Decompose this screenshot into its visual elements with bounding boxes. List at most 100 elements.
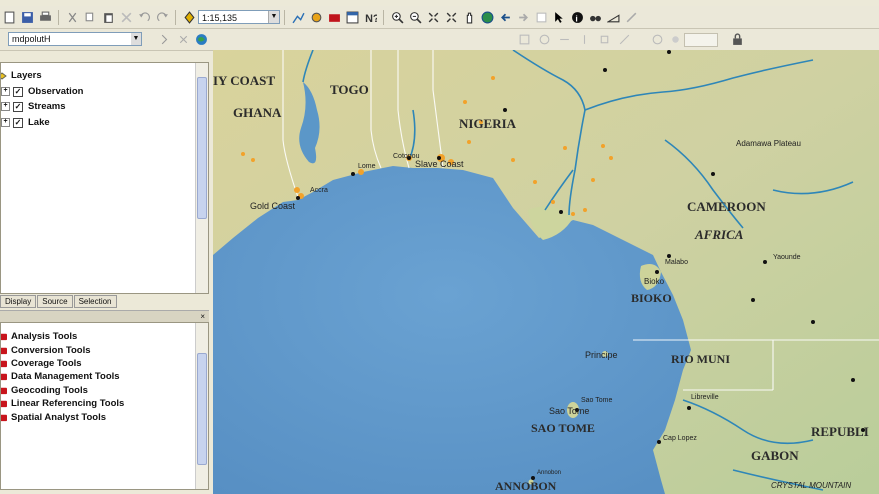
back-extent-icon[interactable] [498, 10, 512, 24]
label-bioko: BIOKO [631, 291, 672, 305]
copy-icon[interactable] [83, 10, 97, 24]
redo-icon[interactable] [155, 10, 169, 24]
sketch-icon[interactable] [309, 10, 323, 24]
copy-layer-icon[interactable] [159, 32, 173, 46]
arctoolbox-icon[interactable] [327, 10, 341, 24]
toolbox-item[interactable]: Data Management Tools [1, 370, 120, 383]
measure-icon[interactable] [606, 10, 620, 24]
new-doc-icon[interactable] [2, 10, 16, 24]
toolbox-scrollbar[interactable] [195, 323, 208, 489]
identify-icon[interactable]: i [570, 10, 584, 24]
label-annobon-town: Annobon [537, 470, 561, 476]
print-icon[interactable] [38, 10, 52, 24]
pan-icon[interactable] [462, 10, 476, 24]
label-sao-tome-island: Sao Tome [549, 406, 589, 416]
select-features-icon[interactable] [534, 10, 548, 24]
label-gold-coast: Gold Coast [250, 201, 296, 211]
svg-text:N?: N? [365, 12, 377, 23]
toc-layer-lake[interactable]: + ✓ Lake [1, 116, 50, 129]
layers-root[interactable]: Layers [1, 69, 42, 82]
map-scale-combo[interactable]: 1:15,135 ▼ [198, 10, 280, 24]
target-layer-dropdown[interactable]: mdpolutH ▼ [8, 32, 142, 46]
fixed-zoom-in-icon[interactable] [426, 10, 440, 24]
stretch-icon[interactable] [617, 32, 631, 46]
toolbox-item[interactable]: Geocoding Tools [1, 384, 88, 397]
brightness-icon[interactable] [668, 32, 682, 46]
help-icon[interactable]: N? [363, 10, 377, 24]
transparency-field[interactable] [684, 33, 718, 47]
layer-visibility-checkbox[interactable]: ✓ [13, 117, 23, 128]
zoom-in-icon[interactable] [390, 10, 404, 24]
close-icon[interactable]: × [200, 312, 205, 321]
toolbox-item[interactable]: Analysis Tools [1, 330, 77, 343]
window-icon[interactable] [345, 10, 359, 24]
map-view[interactable]: IY COAST GHANA TOGO NIGERIA CAMEROON AFR… [213, 50, 879, 494]
layer-visibility-checkbox[interactable]: ✓ [13, 101, 23, 112]
paste-icon[interactable] [101, 10, 115, 24]
expand-icon[interactable]: + [1, 87, 10, 96]
expand-icon[interactable]: + [1, 118, 10, 127]
editor-icon[interactable] [291, 10, 305, 24]
lock-icon[interactable] [730, 32, 744, 46]
toc-scrollbar[interactable] [195, 63, 208, 293]
label-adamawa: Adamawa Plateau [736, 139, 801, 148]
toolbox-item[interactable]: Conversion Tools [1, 344, 91, 357]
zoom-out-icon[interactable] [408, 10, 422, 24]
chevron-down-icon[interactable]: ▼ [131, 33, 141, 45]
editor-toolbar: mdpolutH ▼ [0, 29, 879, 51]
cut-icon[interactable] [65, 10, 79, 24]
layer-name: Streams [28, 101, 66, 112]
full-extent-globe-icon[interactable] [194, 32, 208, 46]
toolbox-item[interactable]: Spatial Analyst Tools [1, 411, 106, 424]
label-yaounde: Yaounde [773, 254, 801, 261]
toolbox-item-label: Geocoding Tools [11, 385, 88, 396]
georef-icon[interactable] [517, 32, 531, 46]
find-icon[interactable] [588, 10, 602, 24]
svg-text:i: i [575, 13, 577, 23]
label-cameroon: CAMEROON [687, 199, 766, 214]
rotate-icon[interactable] [537, 32, 551, 46]
label-ghana: GHANA [233, 105, 282, 120]
undo-icon[interactable] [137, 10, 151, 24]
label-africa: AFRICA [694, 227, 744, 242]
flip-icon[interactable] [557, 32, 571, 46]
layers-root-label: Layers [11, 70, 42, 81]
hyperlink-icon[interactable] [624, 10, 638, 24]
delete-icon[interactable] [119, 10, 133, 24]
shift-icon[interactable] [577, 32, 591, 46]
label-malabo: Malabo [665, 259, 688, 266]
label-principe: Principe [585, 350, 618, 360]
select-icon[interactable] [552, 10, 566, 24]
map-canvas[interactable]: IY COAST GHANA TOGO NIGERIA CAMEROON AFR… [213, 50, 879, 494]
label-gabon: GABON [751, 448, 799, 463]
tab-display[interactable]: Display [0, 295, 37, 308]
label-sao-tome-city: Sao Tome [581, 397, 612, 404]
forward-extent-icon[interactable] [516, 10, 530, 24]
target-layer-value: mdpolutH [12, 34, 51, 44]
toolbar-separator [284, 9, 285, 25]
tab-source[interactable]: Source [37, 295, 73, 308]
label-annobon: ANNOBON [495, 479, 557, 493]
expand-icon[interactable]: + [1, 102, 10, 111]
contrast-icon[interactable] [650, 32, 664, 46]
label-nigeria: NIGERIA [459, 116, 517, 131]
scrollbar-thumb[interactable] [197, 77, 207, 219]
toolbox-item[interactable]: Linear Referencing Tools [1, 397, 124, 410]
scrollbar-thumb[interactable] [197, 353, 207, 465]
tab-selection[interactable]: Selection [73, 295, 117, 308]
toc-layer-streams[interactable]: + ✓ Streams [1, 100, 66, 113]
toc-layer-observation[interactable]: + ✓ Observation [1, 85, 83, 98]
label-rio-muni: RIO MUNI [671, 352, 730, 366]
add-data-icon[interactable] [182, 10, 196, 24]
remove-layer-icon[interactable] [176, 32, 190, 46]
scale-icon[interactable] [597, 32, 611, 46]
toolbox-item[interactable]: Coverage Tools [1, 357, 82, 370]
save-icon[interactable] [20, 10, 34, 24]
arctoolbox-panel: Analysis Tools Conversion Tools Coverage… [0, 322, 209, 490]
chevron-down-icon[interactable]: ▼ [268, 11, 279, 23]
layer-visibility-checkbox[interactable]: ✓ [13, 86, 23, 97]
label-libreville: Libreville [691, 394, 719, 401]
label-crystal-mountains: CRYSTAL MOUNTAIN [771, 481, 851, 490]
globe-icon[interactable] [480, 10, 494, 24]
fixed-zoom-out-icon[interactable] [444, 10, 458, 24]
